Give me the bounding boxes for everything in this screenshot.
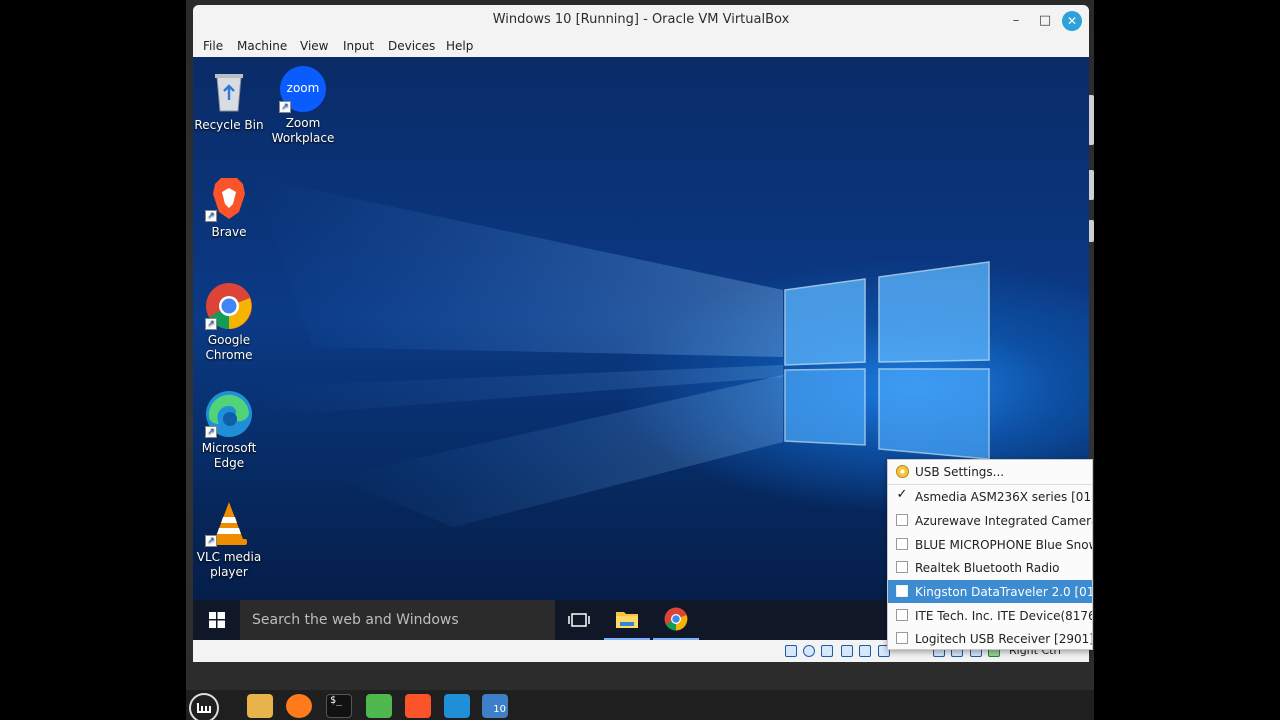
- checkbox-checked[interactable]: ✓: [896, 488, 908, 502]
- desktop-icon-label: VLC media player: [196, 550, 262, 579]
- terminal-icon[interactable]: $_: [326, 694, 352, 718]
- minimize-button[interactable]: –: [1006, 11, 1026, 31]
- checkbox[interactable]: [896, 561, 908, 573]
- usb-device-realtek-bluetooth[interactable]: Realtek Bluetooth Radio: [888, 556, 1092, 579]
- edge-icon: ↗: [205, 390, 253, 438]
- windows-logo-icon: [208, 612, 225, 628]
- menu-item-label: Asmedia ASM236X series [0100]: [915, 490, 1093, 504]
- host-panel: $_ 10: [186, 690, 1094, 720]
- screen: Windows 10 [Running] - Oracle VM Virtual…: [0, 0, 1280, 720]
- usb-devices-menu: USB Settings... ✓ Asmedia ASM236X series…: [887, 459, 1093, 650]
- checkbox[interactable]: [896, 538, 908, 550]
- network-status-icon[interactable]: [859, 645, 871, 657]
- usb-settings-menu-item[interactable]: USB Settings...: [888, 460, 1092, 483]
- vlc-icon: ↗: [205, 499, 253, 547]
- zoom-logo-text: zoom: [286, 81, 320, 95]
- menu-item-label: Logitech USB Receiver [2901]: [915, 632, 1093, 646]
- virtualbox-icon[interactable]: 10: [482, 694, 508, 718]
- optical-drive-status-icon[interactable]: [803, 645, 815, 657]
- desktop-icon-label: Google Chrome: [205, 333, 253, 362]
- usb-device-ite-tech[interactable]: ITE Tech. Inc. ITE Device(8176) [: [888, 604, 1093, 627]
- desktop-icon-label: Microsoft Edge: [201, 441, 257, 470]
- shortcut-arrow-icon: ↗: [205, 318, 217, 330]
- menu-devices[interactable]: Devices: [388, 39, 435, 53]
- vm-badge: 10: [493, 704, 506, 715]
- firefox-icon[interactable]: [286, 694, 312, 718]
- menu-file[interactable]: File: [203, 39, 223, 53]
- shortcut-arrow-icon: ↗: [205, 210, 217, 222]
- usb-device-asmedia[interactable]: ✓ Asmedia ASM236X series [0100]: [888, 485, 1093, 508]
- usb-settings-icon: [896, 465, 909, 478]
- menu-item-label: ITE Tech. Inc. ITE Device(8176) [: [915, 609, 1093, 623]
- menu-view[interactable]: View: [300, 39, 328, 53]
- shortcut-arrow-icon: ↗: [205, 426, 217, 438]
- shortcut-arrow-icon: ↗: [205, 535, 217, 547]
- checkbox[interactable]: [896, 514, 908, 526]
- desktop-icon-recycle-bin[interactable]: Recycle Bin: [193, 67, 271, 133]
- files-icon[interactable]: [247, 694, 273, 718]
- usb-device-blue-microphone[interactable]: BLUE MICROPHONE Blue Snowb: [888, 533, 1093, 556]
- usb-device-kingston-datatraveler[interactable]: Kingston DataTraveler 2.0 [0110]: [888, 580, 1093, 603]
- chrome-icon: ↗: [205, 282, 253, 330]
- task-view-icon[interactable]: [556, 600, 602, 640]
- desktop-icon-chrome[interactable]: ↗ Google Chrome: [193, 282, 271, 363]
- maximize-button[interactable]: □: [1035, 11, 1055, 31]
- floppy-status-icon[interactable]: [821, 645, 833, 657]
- menu-item-label: BLUE MICROPHONE Blue Snowb: [915, 538, 1093, 552]
- app-grid-icon[interactable]: [366, 694, 392, 718]
- close-button[interactable]: ✕: [1062, 11, 1082, 31]
- menu-item-label: Kingston DataTraveler 2.0 [0110]: [915, 585, 1093, 599]
- desktop-icon-label: Recycle Bin: [194, 118, 264, 132]
- brave-icon: ↗: [205, 174, 253, 222]
- chrome-taskbar-icon[interactable]: [653, 600, 699, 640]
- title-bar[interactable]: Windows 10 [Running] - Oracle VM Virtual…: [193, 5, 1089, 36]
- shortcut-arrow-icon: ↗: [279, 101, 291, 113]
- file-explorer-icon[interactable]: [604, 600, 650, 640]
- hard-disk-status-icon[interactable]: [785, 645, 797, 657]
- audio-status-icon[interactable]: [841, 645, 853, 657]
- linux-mint-menu-icon[interactable]: [189, 693, 219, 720]
- menu-machine[interactable]: Machine: [237, 39, 287, 53]
- desktop-icon-vlc[interactable]: ↗ VLC media player: [193, 499, 271, 580]
- usb-device-logitech-receiver[interactable]: Logitech USB Receiver [2901]: [888, 627, 1093, 649]
- menu-input[interactable]: Input: [343, 39, 374, 53]
- desktop-icon-label: Brave: [211, 225, 247, 239]
- menu-item-label: Azurewave Integrated Camera [: [915, 514, 1093, 528]
- menu-item-label: Realtek Bluetooth Radio: [915, 561, 1060, 575]
- zoom-icon: zoom ↗: [279, 65, 327, 113]
- window-title: Windows 10 [Running] - Oracle VM Virtual…: [492, 12, 790, 27]
- start-button[interactable]: [193, 600, 240, 640]
- usb-device-azurewave[interactable]: Azurewave Integrated Camera [: [888, 509, 1093, 532]
- menu-item-label: USB Settings...: [915, 465, 1005, 479]
- checkbox[interactable]: [896, 585, 908, 597]
- desktop-icon-zoom[interactable]: zoom ↗ Zoom Workplace: [261, 65, 345, 146]
- brave-panel-icon[interactable]: [405, 694, 431, 718]
- checkbox[interactable]: [896, 609, 908, 621]
- checkbox[interactable]: [896, 632, 908, 644]
- recycle-bin-icon: [205, 67, 253, 115]
- menu-help[interactable]: Help: [446, 39, 473, 53]
- system-monitor-icon[interactable]: [444, 694, 470, 718]
- desktop-icon-edge[interactable]: ↗ Microsoft Edge: [193, 390, 271, 471]
- menu-bar: File Machine View Input Devices Help: [193, 36, 1089, 57]
- search-input[interactable]: Search the web and Windows: [240, 600, 555, 640]
- desktop-icon-brave[interactable]: ↗ Brave: [193, 174, 271, 240]
- desktop-icon-label: Zoom Workplace: [271, 116, 335, 145]
